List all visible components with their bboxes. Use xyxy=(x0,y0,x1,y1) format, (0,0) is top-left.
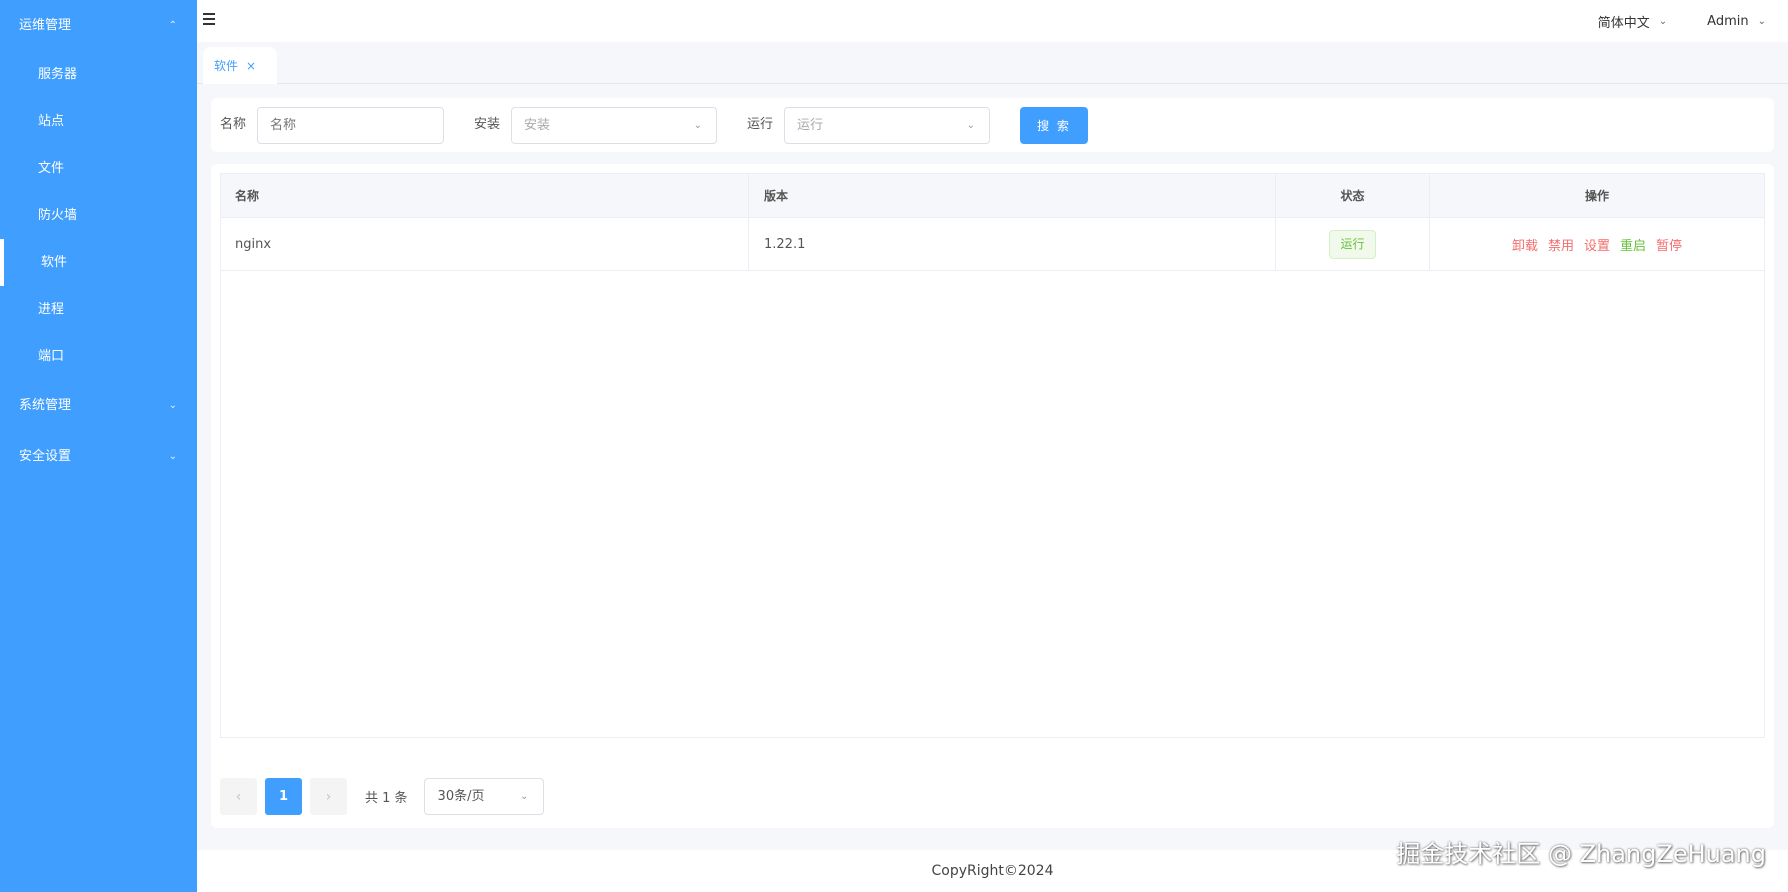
page-size-select[interactable]: 30条/页 ⌄ xyxy=(423,778,544,815)
cell-name: nginx xyxy=(221,218,749,270)
column-header-actions: 操作 xyxy=(1584,189,1609,203)
chevron-down-icon: ⌄ xyxy=(168,451,177,462)
menu-title-label: 系统管理 xyxy=(19,398,72,413)
cell-actions: 卸载 禁用 设置 重启 暂停 xyxy=(1430,218,1764,270)
software-table-card: 名称 版本 状态 操作 nginx 1.22.1 运行 卸载 禁用 设置 重启 … xyxy=(211,164,1774,828)
settings-button[interactable]: 设置 xyxy=(1584,235,1610,254)
chevron-down-icon: ⌄ xyxy=(966,120,975,131)
cell-version: 1.22.1 xyxy=(749,218,1276,270)
column-header-version: 版本 xyxy=(749,174,1276,217)
page-size-label: 30条/页 xyxy=(437,789,485,804)
chevron-down-icon: ⌄ xyxy=(1757,15,1766,27)
sidebar-item-server[interactable]: 服务器 xyxy=(0,51,197,98)
chevron-down-icon: ⌄ xyxy=(1658,15,1668,27)
sidebar-item-firewall[interactable]: 防火墙 xyxy=(0,192,197,239)
column-header-name: 名称 xyxy=(221,174,749,217)
chevron-down-icon: ⌄ xyxy=(168,400,177,411)
run-placeholder: 运行 xyxy=(797,118,824,133)
next-page-chevron-right-icon[interactable]: › xyxy=(310,778,347,815)
install-select[interactable]: 安装 ⌄ xyxy=(511,107,717,144)
menu-group-system: 系统管理 ⌄ xyxy=(0,380,197,431)
name-input[interactable] xyxy=(257,107,444,144)
restart-button[interactable]: 重启 xyxy=(1620,235,1646,254)
tab-label: 软件 xyxy=(214,59,239,73)
menu-group-ops: 运维管理 ⌃ 服务器 站点 文件 防火墙 软件 进程 端口 xyxy=(0,0,197,380)
copyright-text: CopyRight©2024 xyxy=(931,863,1054,879)
total-count: 共 1 条 xyxy=(365,791,408,806)
chevron-up-icon: ⌃ xyxy=(168,20,177,31)
install-placeholder: 安装 xyxy=(524,118,551,133)
pagination: ‹ 1 › 共 1 条 30条/页 ⌄ xyxy=(220,778,544,815)
menu-title-ops[interactable]: 运维管理 ⌃ xyxy=(0,0,197,51)
sidebar-item-site[interactable]: 站点 xyxy=(0,98,197,145)
table-row: nginx 1.22.1 运行 卸载 禁用 设置 重启 暂停 xyxy=(221,218,1764,271)
table-header: 名称 版本 状态 操作 xyxy=(221,174,1764,218)
search-button[interactable]: 搜 索 xyxy=(1020,107,1088,144)
software-table: 名称 版本 状态 操作 nginx 1.22.1 运行 卸载 禁用 设置 重启 … xyxy=(220,173,1765,738)
top-header: 简体中文 ⌄ Admin ⌄ xyxy=(197,0,1788,42)
column-header-status: 状态 xyxy=(1276,174,1430,217)
user-dropdown[interactable]: Admin ⌄ xyxy=(1707,14,1766,29)
page-number-button[interactable]: 1 xyxy=(265,778,302,815)
watermark: 掘金技术社区 @ ZhangZeHuang xyxy=(1396,840,1766,868)
hamburger-menu-icon[interactable] xyxy=(203,13,215,25)
menu-group-security: 安全设置 ⌄ xyxy=(0,431,197,482)
sidebar-item-software[interactable]: 软件 xyxy=(0,239,197,286)
pause-button[interactable]: 暂停 xyxy=(1656,235,1682,254)
menu-title-label: 运维管理 xyxy=(19,18,72,33)
cell-status: 运行 xyxy=(1276,218,1430,270)
search-form: 名称 安装 安装 ⌄ 运行 运行 ⌄ 搜 索 xyxy=(211,98,1774,152)
install-label: 安装 xyxy=(474,117,501,132)
menu-title-security[interactable]: 安全设置 ⌄ xyxy=(0,431,197,482)
disable-button[interactable]: 禁用 xyxy=(1548,235,1574,254)
sidebar-item-file[interactable]: 文件 xyxy=(0,145,197,192)
chevron-down-icon: ⌄ xyxy=(693,120,702,131)
run-select[interactable]: 运行 ⌄ xyxy=(784,107,990,144)
menu-title-system[interactable]: 系统管理 ⌄ xyxy=(0,380,197,431)
menu-title-label: 安全设置 xyxy=(19,449,72,464)
run-label: 运行 xyxy=(747,117,774,132)
header-right: 简体中文 ⌄ Admin ⌄ xyxy=(1598,0,1766,42)
user-label: Admin xyxy=(1707,13,1749,29)
name-label: 名称 xyxy=(220,117,247,132)
language-dropdown[interactable]: 简体中文 ⌄ xyxy=(1598,12,1667,31)
tab-software[interactable]: 软件 × xyxy=(203,47,277,84)
language-label: 简体中文 xyxy=(1597,15,1650,31)
prev-page-chevron-left-icon[interactable]: ‹ xyxy=(220,778,257,815)
uninstall-button[interactable]: 卸载 xyxy=(1512,235,1538,254)
status-badge: 运行 xyxy=(1329,229,1376,259)
tabs-bar: 软件 × xyxy=(197,42,1788,84)
sidebar-item-port[interactable]: 端口 xyxy=(0,333,197,380)
sidebar-item-process[interactable]: 进程 xyxy=(0,286,197,333)
close-icon[interactable]: × xyxy=(246,59,256,73)
sidebar: 运维管理 ⌃ 服务器 站点 文件 防火墙 软件 进程 端口 系统管理 ⌄ 安全设… xyxy=(0,0,197,892)
chevron-down-icon: ⌄ xyxy=(520,791,529,802)
